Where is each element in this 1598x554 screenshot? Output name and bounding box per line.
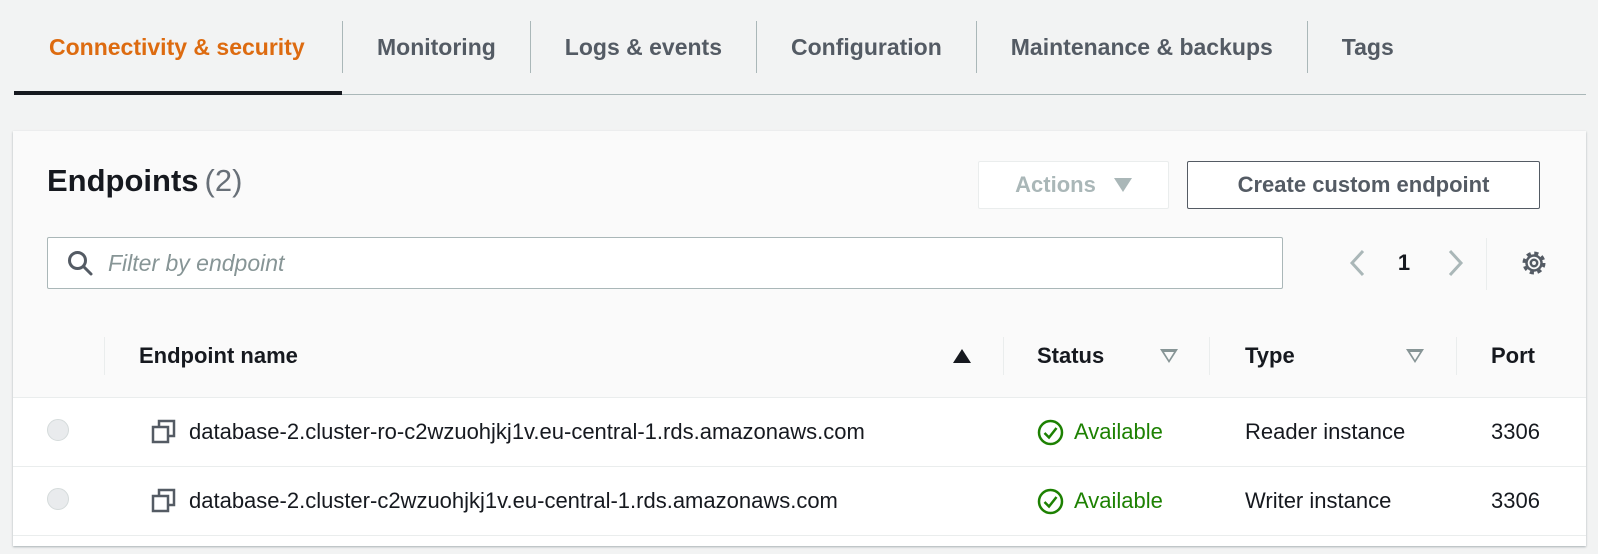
gear-icon[interactable] (1519, 248, 1549, 278)
check-circle-icon (1037, 488, 1064, 514)
tab-label: Tags (1341, 33, 1394, 60)
column-header-port[interactable]: Port (1491, 315, 1535, 397)
endpoint-count: (2) (204, 163, 243, 198)
column-divider (1003, 337, 1004, 375)
column-divider (104, 337, 105, 375)
actions-label: Actions (1015, 172, 1096, 197)
tab-maintenance-backups[interactable]: Maintenance & backups (977, 0, 1307, 94)
chevron-left-icon (1349, 249, 1365, 277)
endpoints-panel: Endpoints (2) Actions Create custom endpo… (13, 131, 1586, 546)
type-cell: Writer instance (1245, 488, 1392, 513)
create-custom-endpoint-button[interactable]: Create custom endpoint (1187, 161, 1540, 209)
type-cell: Reader instance (1245, 419, 1406, 444)
sort-descending-icon (1406, 349, 1424, 363)
status-text: Available (1074, 419, 1163, 444)
create-label: Create custom endpoint (1237, 172, 1490, 197)
table-row[interactable]: database-2.cluster-c2wzuohjkj1v.eu-centr… (13, 467, 1586, 536)
status-text: Available (1074, 488, 1163, 513)
column-label: Type (1245, 343, 1295, 368)
port-cell: 3306 (1491, 488, 1540, 513)
pager-divider (1486, 238, 1487, 290)
tab-label: Logs & events (564, 33, 723, 60)
column-divider (1456, 337, 1457, 375)
endpoint-name[interactable]: database-2.cluster-ro-c2wzuohjkj1v.eu-ce… (189, 419, 865, 445)
copy-icon[interactable] (151, 419, 177, 445)
column-label: Endpoint name (139, 343, 298, 368)
status-cell: Available (1037, 467, 1163, 535)
sort-type-button[interactable] (1406, 315, 1424, 397)
panel-title-text: Endpoints (47, 163, 199, 198)
panel-header: Endpoints (2) Actions Create custom endpo… (13, 131, 1586, 316)
previous-page-button[interactable] (1343, 243, 1373, 283)
table-row[interactable]: database-2.cluster-ro-c2wzuohjkj1v.eu-ce… (13, 398, 1586, 467)
chevron-right-icon (1448, 249, 1464, 277)
column-divider (1209, 337, 1210, 375)
caret-down-icon (1113, 178, 1132, 192)
tab-label: Connectivity & security (49, 33, 305, 60)
endpoint-name[interactable]: database-2.cluster-c2wzuohjkj1v.eu-centr… (189, 488, 838, 514)
column-header-endpoint-name[interactable]: Endpoint name (139, 315, 298, 397)
tab-connectivity-security[interactable]: Connectivity & security (14, 0, 342, 95)
tab-bar: Connectivity & security Monitoring Logs … (14, 0, 1586, 95)
check-circle-icon (1037, 419, 1064, 445)
next-page-button[interactable] (1440, 243, 1470, 283)
sort-ascending-icon (953, 349, 971, 363)
tab-label: Monitoring (377, 33, 496, 60)
page-number[interactable]: 1 (1389, 243, 1419, 283)
row-select-radio[interactable] (47, 488, 69, 510)
column-label: Port (1491, 343, 1535, 368)
search-input[interactable] (106, 248, 1210, 278)
tab-tags[interactable]: Tags (1308, 0, 1428, 94)
actions-button[interactable]: Actions (978, 161, 1169, 209)
search-icon (68, 251, 93, 276)
status-cell: Available (1037, 398, 1163, 466)
panel-title: Endpoints (2) (47, 163, 242, 199)
port-cell: 3306 (1491, 419, 1540, 444)
column-label: Status (1037, 343, 1105, 368)
tab-configuration[interactable]: Configuration (757, 0, 976, 94)
column-header-type[interactable]: Type (1245, 315, 1295, 397)
sort-endpoint-name-button[interactable] (953, 315, 971, 397)
row-select-radio[interactable] (47, 419, 69, 441)
table-header: Endpoint name Status Type Port (13, 315, 1586, 398)
sort-status-button[interactable] (1160, 315, 1178, 397)
endpoint-name-cell: database-2.cluster-c2wzuohjkj1v.eu-centr… (151, 467, 838, 535)
column-header-status[interactable]: Status (1037, 315, 1104, 397)
copy-icon[interactable] (151, 488, 177, 514)
tab-monitoring[interactable]: Monitoring (343, 0, 530, 94)
search-box (47, 237, 1283, 289)
sort-descending-icon (1160, 349, 1178, 363)
tab-logs-events[interactable]: Logs & events (531, 0, 756, 94)
endpoint-name-cell: database-2.cluster-ro-c2wzuohjkj1v.eu-ce… (151, 398, 865, 466)
tab-label: Maintenance & backups (1010, 33, 1273, 60)
tab-label: Configuration (791, 33, 942, 60)
